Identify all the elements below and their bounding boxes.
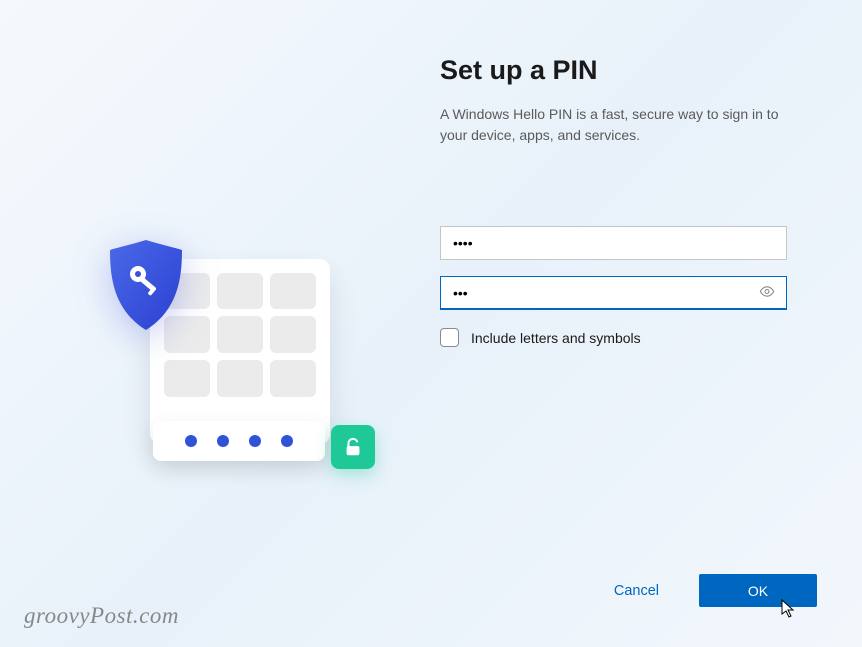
include-letters-symbols-checkbox[interactable]	[440, 328, 459, 347]
unlock-icon	[331, 425, 375, 469]
form-pane: Set up a PIN A Windows Hello PIN is a fa…	[440, 0, 862, 647]
new-pin-input[interactable]	[440, 226, 787, 260]
watermark: groovyPost.com	[24, 603, 179, 629]
keypad-key	[164, 360, 210, 397]
keypad-key	[270, 316, 316, 353]
illustration-pane	[0, 0, 440, 647]
pin-dot	[281, 435, 293, 447]
pin-dots-bar	[153, 421, 325, 461]
include-letters-symbols-label: Include letters and symbols	[471, 330, 641, 346]
ok-button[interactable]: OK	[699, 574, 817, 607]
dialog-title: Set up a PIN	[440, 55, 807, 86]
keypad-key	[270, 273, 316, 310]
keypad-key	[217, 273, 263, 310]
pin-dot	[185, 435, 197, 447]
pin-dot	[249, 435, 261, 447]
pin-dot	[217, 435, 229, 447]
keypad-key	[270, 360, 316, 397]
keypad-key	[217, 360, 263, 397]
confirm-pin-input[interactable]	[440, 276, 787, 310]
pin-illustration	[90, 244, 350, 464]
shield-key-icon	[104, 238, 188, 332]
cancel-button[interactable]: Cancel	[614, 583, 659, 599]
keypad-key	[217, 316, 263, 353]
dialog-footer: Cancel OK	[614, 574, 817, 607]
reveal-password-icon[interactable]	[755, 280, 779, 307]
dialog-subtitle: A Windows Hello PIN is a fast, secure wa…	[440, 104, 780, 146]
